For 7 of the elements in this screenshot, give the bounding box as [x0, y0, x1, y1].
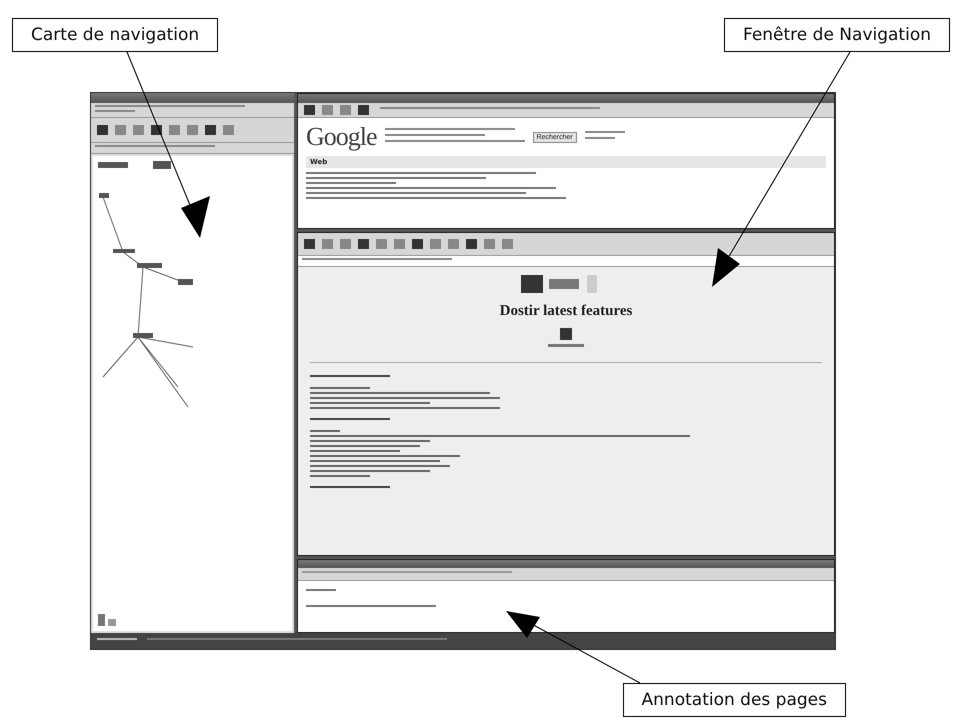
image-thumbnail: [546, 328, 586, 350]
callout-label: Carte de navigation: [12, 18, 218, 52]
callout-label: Fenêtre de Navigation: [724, 18, 950, 52]
trash-icon[interactable]: [97, 613, 117, 627]
callout-label: Annotation des pages: [622, 683, 846, 717]
search-logo: Google: [306, 122, 377, 152]
page-heading: Dostir latest features: [500, 303, 632, 320]
